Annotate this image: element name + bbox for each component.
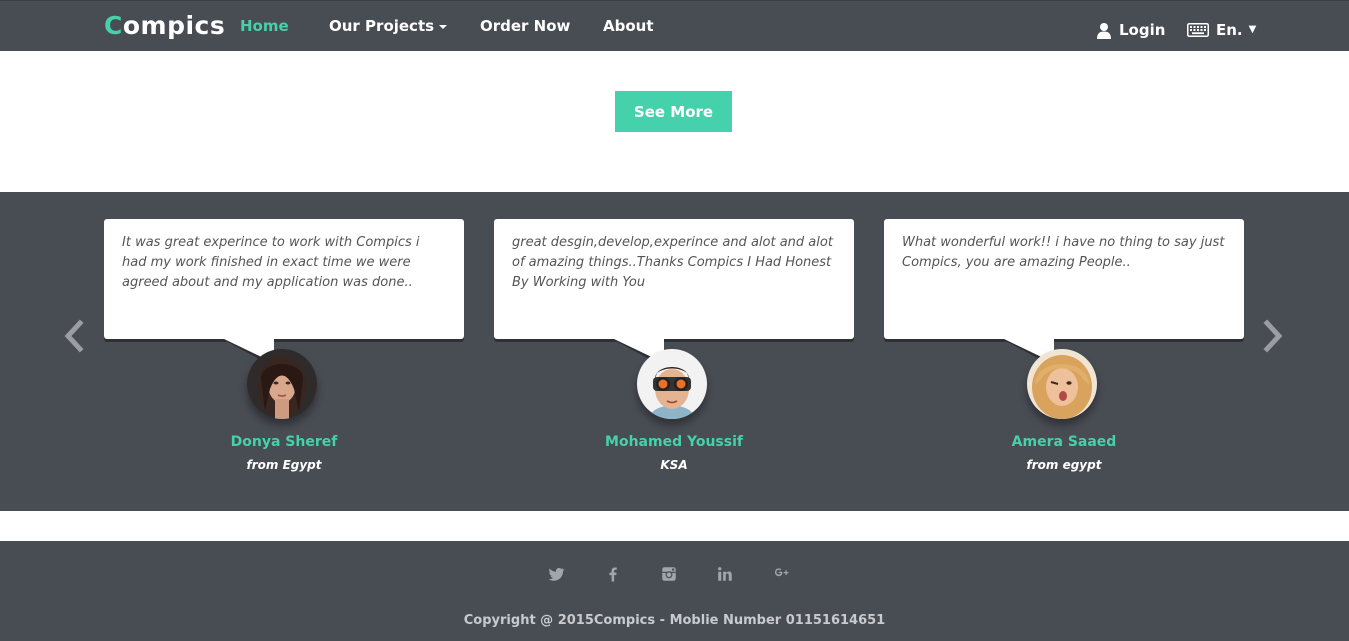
brand-first-letter: C — [104, 11, 123, 40]
testimonials-section: It was great experince to work with Comp… — [0, 192, 1349, 511]
avatar — [247, 349, 317, 419]
login-link[interactable]: Login — [1096, 19, 1165, 41]
person-origin: KSA — [660, 458, 688, 472]
nav-home[interactable]: Home — [240, 15, 289, 37]
testimonial-text: great desgin,develop,experince and alot … — [512, 235, 833, 290]
instagram-icon[interactable] — [660, 565, 678, 583]
language-label: En. — [1216, 21, 1243, 39]
testimonial-card: It was great experince to work with Comp… — [104, 219, 464, 472]
nav-our-projects[interactable]: Our Projects — [329, 15, 448, 37]
testimonial-text: It was great experince to work with Comp… — [122, 235, 420, 290]
testimonial-card: What wonderful work!! i have no thing to… — [884, 219, 1244, 472]
testimonial-text: What wonderful work!! i have no thing to… — [902, 235, 1225, 270]
testimonial-bubble: What wonderful work!! i have no thing to… — [884, 219, 1244, 339]
brand-logo[interactable]: Compics — [104, 11, 225, 41]
login-label: Login — [1119, 21, 1166, 39]
testimonial-bubble: great desgin,develop,experince and alot … — [494, 219, 854, 339]
testimonial-card: great desgin,develop,experince and alot … — [494, 219, 854, 472]
nav-order-now[interactable]: Order Now — [480, 15, 570, 37]
google-plus-icon[interactable] — [772, 565, 790, 583]
nav-about[interactable]: About — [603, 15, 654, 37]
caret-down-icon: ▼ — [1248, 24, 1257, 35]
copyright-text: Copyright @ 2015Compics - Moblie Number … — [463, 613, 886, 628]
carousel-prev-arrow-icon[interactable] — [63, 319, 85, 353]
person-name: Amera Saaed — [1011, 434, 1117, 450]
twitter-icon[interactable] — [547, 565, 565, 583]
person-name: Donya Sheref — [230, 434, 338, 450]
language-selector[interactable]: En. ▼ — [1187, 19, 1256, 41]
person-origin: from Egypt — [246, 458, 322, 472]
brand-rest: ompics — [122, 11, 226, 40]
navbar: Compics Home Our Projects Order Now Abou… — [0, 0, 1349, 51]
person-origin: from egypt — [1026, 458, 1102, 472]
facebook-icon[interactable] — [604, 565, 622, 583]
avatar — [1027, 349, 1097, 419]
keyboard-icon — [1187, 23, 1209, 37]
user-icon — [1097, 22, 1111, 39]
testimonial-bubble: It was great experince to work with Comp… — [104, 219, 464, 339]
person-name: Mohamed Youssif — [605, 434, 743, 450]
carousel-next-arrow-icon[interactable] — [1262, 319, 1284, 353]
nav-our-projects-label: Our Projects — [329, 17, 435, 35]
avatar — [637, 349, 707, 419]
linkedin-icon[interactable] — [716, 565, 734, 583]
see-more-button[interactable]: See More — [615, 91, 732, 132]
footer: Copyright @ 2015Compics - Moblie Number … — [0, 541, 1349, 641]
caret-down-icon — [439, 24, 448, 29]
